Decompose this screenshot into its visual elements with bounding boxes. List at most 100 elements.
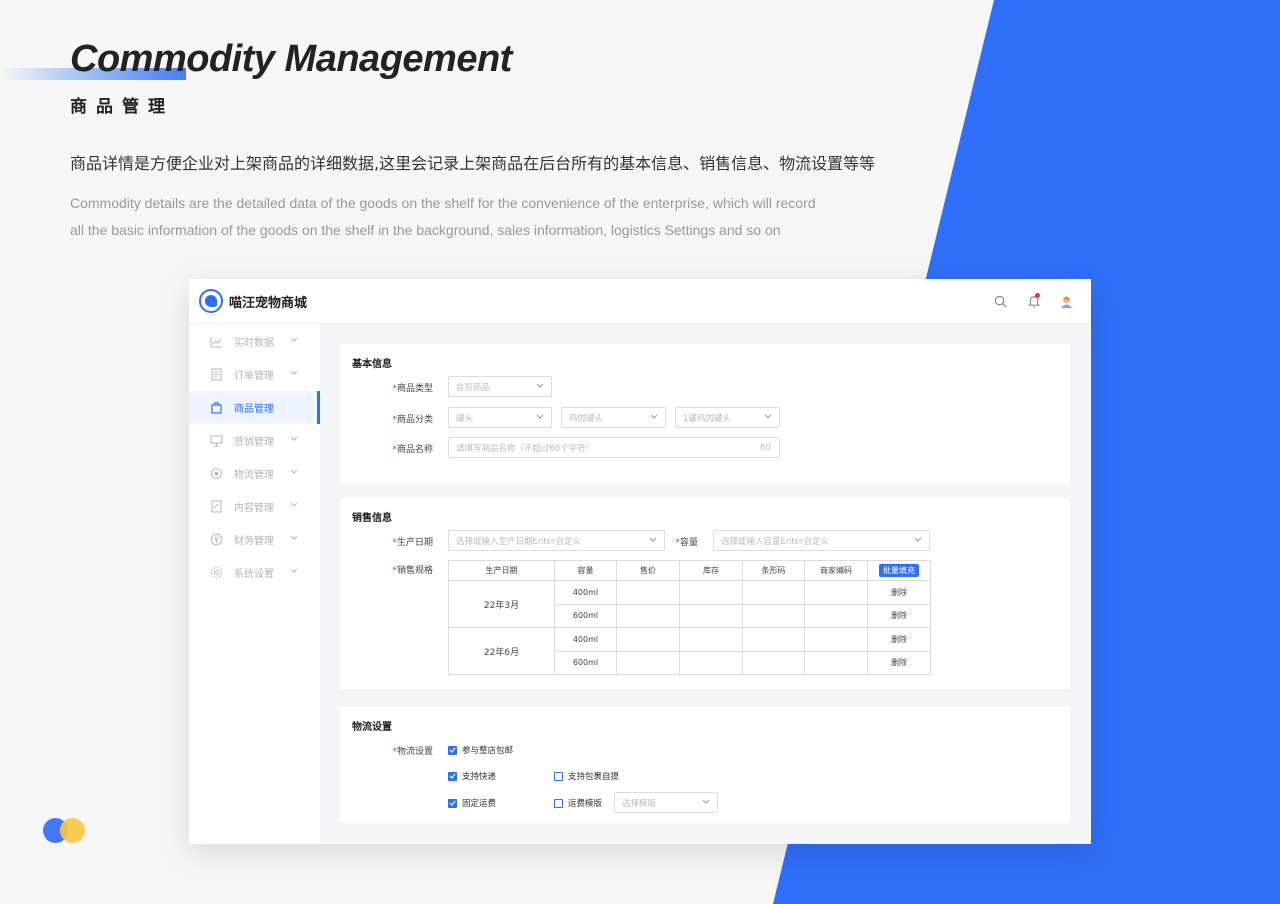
delete-link[interactable]: 删除 xyxy=(867,603,931,628)
chevron-down-icon xyxy=(290,436,298,441)
chevron-down-icon xyxy=(290,337,298,342)
main-content: 基本信息 *商品类型 会员商品 *商品分类 罐头 鸡肉罐头 1罐鸡肉罐头 *商品… xyxy=(320,324,1091,844)
product-name-input[interactable]: 请填写商品名称（不超过60个字符） 60 xyxy=(448,437,780,458)
stock-cell[interactable] xyxy=(679,627,743,652)
price-cell[interactable] xyxy=(616,580,680,605)
sidebar: 实时数据 订单管理 商品管理 营销管理 物流管理 内容管理 财务管理 系统设置 xyxy=(189,324,320,844)
app-topbar: 喵汪宠物商城 xyxy=(189,279,1091,324)
product-name-label: *商品名称 xyxy=(392,445,433,455)
chevron-down-icon xyxy=(702,799,710,804)
express-checkbox[interactable]: 支持快递 xyxy=(448,770,496,782)
file-edit-icon xyxy=(209,500,223,514)
category-level-1-select[interactable]: 罐头 xyxy=(448,407,552,428)
basic-info-card: 基本信息 *商品类型 会员商品 *商品分类 罐头 鸡肉罐头 1罐鸡肉罐头 *商品… xyxy=(340,344,1070,484)
pickup-checkbox[interactable]: 支持包裹自提 xyxy=(554,770,619,782)
sidebar-item-system-settings[interactable]: 系统设置 xyxy=(189,556,320,589)
free-shipping-checkbox[interactable]: 参与整店包邮 xyxy=(448,744,513,756)
sidebar-item-realtime-data[interactable]: 实时数据 xyxy=(189,325,320,358)
chevron-down-icon xyxy=(290,502,298,507)
bag-icon xyxy=(209,401,223,415)
chart-line-icon xyxy=(209,335,223,349)
product-type-select[interactable]: 会员商品 xyxy=(448,376,552,397)
page-subtitle: 商品管理 xyxy=(70,97,174,117)
description-english: Commodity details are the detailed data … xyxy=(70,190,890,244)
column-header: 容量 xyxy=(554,560,617,581)
column-header: 生产日期 xyxy=(448,560,555,581)
merchant-code-cell[interactable] xyxy=(804,650,868,675)
date-cell: 22年3月 xyxy=(448,580,555,628)
stock-cell[interactable] xyxy=(679,650,743,675)
table-row: 22年3月 400ml 删除 xyxy=(448,580,931,628)
delete-link[interactable]: 删除 xyxy=(867,650,931,675)
sidebar-item-finance-management[interactable]: 财务管理 xyxy=(189,523,320,556)
table-header-row: 生产日期 容量 售价 库存 条形码 商家编码 批量填充 xyxy=(448,560,931,581)
checkbox-checked-icon xyxy=(448,771,457,781)
batch-fill-header: 批量填充 xyxy=(867,560,931,581)
checkbox-checked-icon xyxy=(448,745,457,755)
chevron-down-icon xyxy=(290,535,298,540)
avatar[interactable] xyxy=(1058,293,1075,310)
chevron-down-icon xyxy=(290,370,298,375)
decorative-dots xyxy=(43,818,87,844)
price-cell[interactable] xyxy=(616,627,680,652)
logistics-title: 物流设置 xyxy=(352,722,392,733)
stock-cell[interactable] xyxy=(679,603,743,628)
price-cell[interactable] xyxy=(616,650,680,675)
capacity-select[interactable]: 选择或输入容量Enter自定义 xyxy=(713,530,930,551)
merchant-code-cell[interactable] xyxy=(804,580,868,605)
chevron-down-icon xyxy=(290,469,298,474)
table-row: 22年6月 400ml 删除 xyxy=(448,627,931,675)
product-type-label: *商品类型 xyxy=(392,384,433,394)
delete-link[interactable]: 删除 xyxy=(867,627,931,652)
description-english-line-2: all the basic information of the goods o… xyxy=(70,222,781,238)
checkbox-checked-icon xyxy=(448,798,457,808)
sidebar-item-order-management[interactable]: 订单管理 xyxy=(189,358,320,391)
sidebar-item-label: 财务管理 xyxy=(234,536,274,547)
character-counter: 60 xyxy=(760,443,771,453)
app-logo[interactable] xyxy=(199,289,223,313)
capacity-cell: 400ml xyxy=(554,580,617,605)
barcode-cell[interactable] xyxy=(742,627,805,652)
sidebar-item-label: 物流管理 xyxy=(234,470,274,481)
fixed-freight-checkbox[interactable]: 固定运费 xyxy=(448,797,496,809)
column-header: 商家编码 xyxy=(804,560,868,581)
chevron-down-icon xyxy=(764,414,772,419)
date-cell: 22年6月 xyxy=(448,627,555,675)
bell-icon[interactable] xyxy=(1025,292,1042,310)
basic-info-title: 基本信息 xyxy=(352,359,392,370)
column-header: 售价 xyxy=(616,560,680,581)
capacity-cell: 600ml xyxy=(554,650,617,675)
freight-template-select[interactable]: 选择模版 xyxy=(614,792,718,813)
production-date-label: *生产日期 xyxy=(392,538,433,548)
search-icon[interactable] xyxy=(992,293,1009,310)
barcode-cell[interactable] xyxy=(742,580,805,605)
sidebar-item-commodity-management[interactable]: 商品管理 xyxy=(189,391,320,424)
price-cell[interactable] xyxy=(616,603,680,628)
document-icon xyxy=(209,368,223,382)
freight-template-checkbox[interactable]: 运费模版 xyxy=(554,797,602,809)
batch-fill-button[interactable]: 批量填充 xyxy=(879,564,919,577)
sales-spec-table: 生产日期 容量 售价 库存 条形码 商家编码 批量填充 22年3月 400ml xyxy=(448,560,931,675)
sidebar-item-marketing-management[interactable]: 营销管理 xyxy=(189,424,320,457)
sales-spec-label: *销售规格 xyxy=(392,566,433,576)
chevron-down-icon xyxy=(536,383,544,388)
category-level-2-select[interactable]: 鸡肉罐头 xyxy=(561,407,666,428)
category-level-3-select[interactable]: 1罐鸡肉罐头 xyxy=(675,407,780,428)
merchant-code-cell[interactable] xyxy=(804,627,868,652)
sidebar-item-label: 内容管理 xyxy=(234,503,274,514)
page-title: Commodity Management xyxy=(70,38,512,80)
barcode-cell[interactable] xyxy=(742,650,805,675)
sidebar-item-label: 营销管理 xyxy=(234,437,274,448)
capacity-label: *容量 xyxy=(675,538,698,548)
sidebar-item-content-management[interactable]: 内容管理 xyxy=(189,490,320,523)
notification-dot xyxy=(1035,292,1040,298)
description-chinese: 商品详情是方便企业对上架商品的详细数据,这里会记录上架商品在后台所有的基本信息、… xyxy=(70,154,876,173)
sidebar-item-label: 系统设置 xyxy=(234,569,274,580)
barcode-cell[interactable] xyxy=(742,603,805,628)
sidebar-item-logistics-management[interactable]: 物流管理 xyxy=(189,457,320,490)
stock-cell[interactable] xyxy=(679,580,743,605)
chevron-down-icon xyxy=(650,414,658,419)
sales-info-title: 销售信息 xyxy=(352,513,392,524)
delete-link[interactable]: 删除 xyxy=(867,580,931,605)
merchant-code-cell[interactable] xyxy=(804,603,868,628)
